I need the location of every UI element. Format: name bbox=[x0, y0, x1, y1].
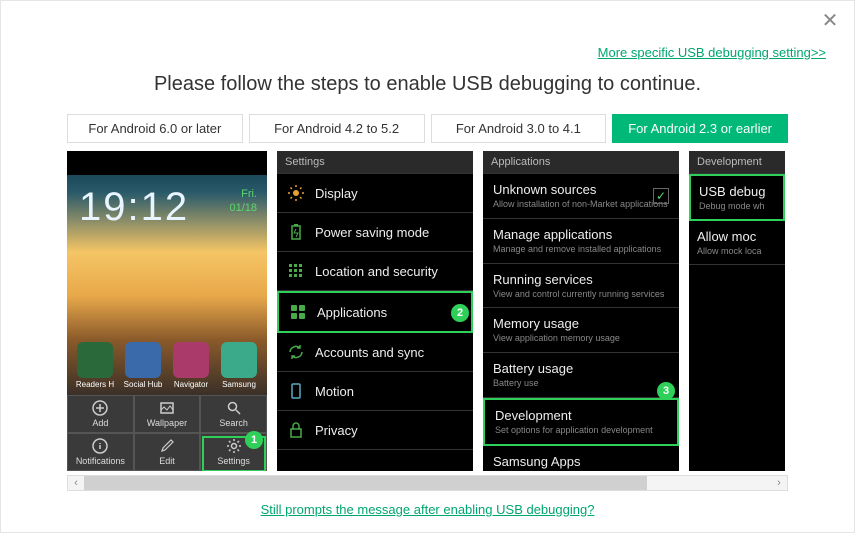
step-badge-1: 1 bbox=[245, 431, 263, 449]
app-item-running: Running servicesView and control current… bbox=[483, 264, 679, 309]
checkbox-icon: ✓ bbox=[653, 188, 669, 204]
settings-item-applications: Applications bbox=[277, 291, 473, 333]
tab-android-3[interactable]: For Android 3.0 to 4.1 bbox=[431, 114, 607, 143]
tab-android-2-3[interactable]: For Android 2.3 or earlier bbox=[612, 114, 788, 143]
app-item-battery: Battery usageBattery use bbox=[483, 353, 679, 398]
home-options-menu: Add Wallpaper Search Notifications Edit … bbox=[67, 395, 267, 471]
settings-item-display: Display bbox=[277, 174, 473, 213]
usb-debugging-dialog: More specific USB debugging setting>> Pl… bbox=[0, 0, 855, 533]
screenshot-home: 19:12 Fri. 01/18 Readers H Social Hub Na… bbox=[67, 151, 267, 471]
home-apps-row: Readers H Social Hub Navigator Samsung bbox=[67, 342, 267, 393]
app-item-samsung: Samsung AppsSet notification for new app… bbox=[483, 446, 679, 471]
tab-android-4-2[interactable]: For Android 4.2 to 5.2 bbox=[249, 114, 425, 143]
plus-icon bbox=[92, 400, 108, 416]
gear-icon bbox=[226, 438, 242, 454]
home-wallpaper: 19:12 Fri. 01/18 Readers H Social Hub Na… bbox=[67, 175, 267, 395]
app-icon: Readers H bbox=[73, 342, 117, 389]
dev-item-usb-debugging: USB debugDebug mode wh bbox=[689, 174, 785, 221]
battery-icon bbox=[287, 223, 305, 241]
dialog-heading: Please follow the steps to enable USB de… bbox=[1, 73, 854, 96]
step-badge-3: 3 bbox=[657, 382, 675, 400]
settings-item-motion: Motion bbox=[277, 372, 473, 411]
settings-header: Settings bbox=[277, 151, 473, 174]
grid-icon bbox=[287, 262, 305, 280]
app-icon: Samsung bbox=[217, 342, 261, 389]
scroll-right-icon[interactable]: › bbox=[771, 476, 787, 490]
more-specific-link[interactable]: More specific USB debugging setting>> bbox=[598, 45, 826, 60]
settings-item-privacy: Privacy bbox=[277, 411, 473, 450]
still-prompts-link[interactable]: Still prompts the message after enabling… bbox=[261, 502, 595, 517]
settings-item-location: Location and security bbox=[277, 252, 473, 291]
menu-edit: Edit bbox=[134, 433, 201, 471]
menu-notifications: Notifications bbox=[67, 433, 134, 471]
app-item-unknown-sources: Unknown sourcesAllow installation of non… bbox=[483, 174, 679, 219]
horizontal-scrollbar[interactable]: ‹ › bbox=[67, 475, 788, 491]
screenshot-settings: Settings Display Power saving mode Locat… bbox=[277, 151, 473, 471]
screenshot-development: Development USB debugDebug mode wh Allow… bbox=[689, 151, 785, 471]
step-badge-2: 2 bbox=[451, 304, 469, 322]
search-icon bbox=[226, 400, 242, 416]
menu-search: Search bbox=[200, 395, 267, 433]
picture-icon bbox=[159, 400, 175, 416]
app-item-manage: Manage applicationsManage and remove ins… bbox=[483, 219, 679, 264]
phone-icon bbox=[287, 382, 305, 400]
app-item-memory: Memory usageView application memory usag… bbox=[483, 308, 679, 353]
menu-wallpaper: Wallpaper bbox=[134, 395, 201, 433]
clock-widget: 19:12 bbox=[79, 185, 189, 230]
settings-item-accounts: Accounts and sync bbox=[277, 333, 473, 372]
applications-header: Applications bbox=[483, 151, 679, 174]
sync-icon bbox=[287, 343, 305, 361]
dev-item-mock-locations: Allow mocAllow mock loca bbox=[689, 221, 785, 265]
apps-icon bbox=[289, 303, 307, 321]
development-header: Development bbox=[689, 151, 785, 174]
date-widget: Fri. 01/18 bbox=[229, 187, 257, 216]
scroll-thumb[interactable] bbox=[84, 476, 647, 490]
menu-add: Add bbox=[67, 395, 134, 433]
android-version-tabs: For Android 6.0 or later For Android 4.2… bbox=[67, 114, 788, 143]
brightness-icon bbox=[287, 184, 305, 202]
instruction-screenshots: 19:12 Fri. 01/18 Readers H Social Hub Na… bbox=[67, 151, 788, 471]
info-icon bbox=[92, 438, 108, 454]
scroll-left-icon[interactable]: ‹ bbox=[68, 476, 84, 490]
scroll-track[interactable] bbox=[84, 476, 771, 490]
settings-item-power: Power saving mode bbox=[277, 213, 473, 252]
app-icon: Social Hub bbox=[121, 342, 165, 389]
status-bar bbox=[67, 151, 267, 175]
app-item-development: DevelopmentSet options for application d… bbox=[483, 398, 679, 446]
lock-icon bbox=[287, 421, 305, 439]
tab-android-6[interactable]: For Android 6.0 or later bbox=[67, 114, 243, 143]
screenshot-applications: Applications Unknown sourcesAllow instal… bbox=[483, 151, 679, 471]
app-icon: Navigator bbox=[169, 342, 213, 389]
pencil-icon bbox=[159, 438, 175, 454]
close-icon[interactable] bbox=[820, 11, 840, 31]
